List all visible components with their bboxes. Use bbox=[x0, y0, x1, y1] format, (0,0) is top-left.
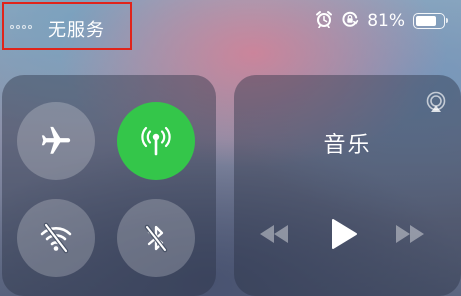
cellular-antenna-icon bbox=[141, 126, 171, 156]
bluetooth-toggle[interactable] bbox=[117, 199, 195, 277]
orientation-lock-icon bbox=[341, 10, 359, 32]
bluetooth-off-icon bbox=[144, 224, 168, 253]
wifi-off-icon bbox=[40, 222, 72, 254]
battery-level-fill bbox=[416, 16, 436, 26]
battery-percentage: 81% bbox=[367, 11, 405, 31]
previous-icon bbox=[260, 225, 288, 243]
connectivity-panel bbox=[2, 75, 216, 296]
next-track-button[interactable] bbox=[392, 221, 428, 247]
music-panel: 音乐 bbox=[234, 75, 461, 296]
play-icon bbox=[332, 219, 357, 249]
previous-track-button[interactable] bbox=[256, 221, 292, 247]
carrier-highlight-box: 无服务 bbox=[2, 2, 132, 50]
play-button[interactable] bbox=[326, 217, 362, 251]
cellular-data-toggle[interactable] bbox=[117, 102, 195, 180]
airplane-icon bbox=[41, 126, 71, 154]
next-icon bbox=[396, 225, 424, 243]
airplane-mode-toggle[interactable] bbox=[17, 102, 95, 180]
battery-icon bbox=[413, 13, 448, 29]
status-indicators: 81% bbox=[315, 10, 448, 32]
wifi-toggle[interactable] bbox=[17, 199, 95, 277]
music-title: 音乐 bbox=[323, 133, 372, 158]
alarm-icon bbox=[315, 10, 333, 32]
battery-nub bbox=[446, 18, 448, 23]
signal-dots-icon bbox=[10, 25, 32, 29]
carrier-label: 无服务 bbox=[48, 20, 105, 41]
airplay-icon[interactable] bbox=[425, 91, 447, 117]
